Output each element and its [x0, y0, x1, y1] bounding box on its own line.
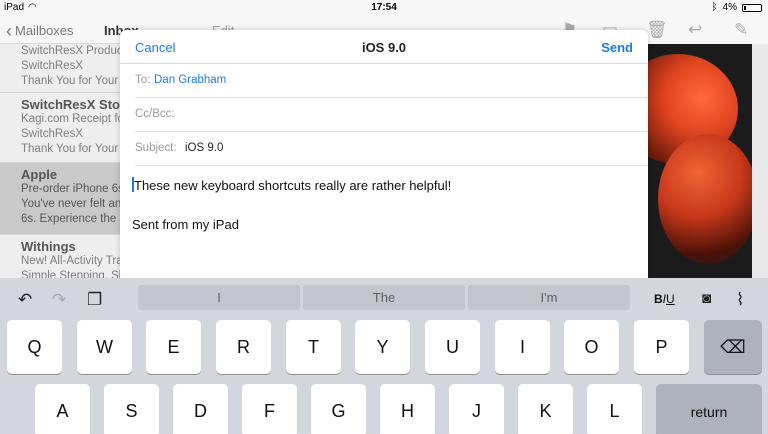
trash-icon[interactable]: 🗑 — [646, 20, 668, 40]
battery-icon — [742, 3, 762, 12]
camera-icon[interactable]: ◙ — [702, 290, 711, 307]
key-h[interactable]: H — [380, 384, 435, 434]
key-d[interactable]: D — [173, 384, 228, 434]
status-bar: iPad ◠ 17:54 ᛒ 4% — [0, 0, 768, 16]
battery-percent: 4% — [722, 2, 737, 13]
bluetooth-icon: ᛒ — [711, 2, 718, 13]
redo-icon[interactable]: ↷ — [52, 290, 66, 310]
key-t[interactable]: T — [286, 320, 341, 374]
attachment-icon[interactable]: ⌇ — [736, 290, 744, 310]
delete-key[interactable]: ⌫ — [704, 320, 762, 374]
chevron-left-icon: ‹ — [6, 20, 12, 41]
delete-icon: ⌫ — [720, 337, 746, 357]
return-label: return — [690, 404, 728, 420]
ccbcc-label: Cc/Bcc: — [135, 108, 175, 120]
keyboard-shortcut-bar: ↶ ↷ ❐ I The I'm BIU ◙ ⌇ — [0, 278, 768, 318]
suggestion-3[interactable]: I'm — [468, 285, 630, 310]
key-e[interactable]: E — [146, 320, 201, 374]
to-recipient[interactable]: Dan Grabham — [154, 74, 226, 86]
suggestion-1[interactable]: I — [138, 285, 300, 310]
signature: Sent from my iPad — [132, 217, 239, 232]
key-u[interactable]: U — [425, 320, 480, 374]
status-right: ᛒ 4% — [712, 2, 762, 13]
to-label: To: — [135, 74, 151, 86]
key-i[interactable]: I — [495, 320, 550, 374]
key-p[interactable]: P — [634, 320, 689, 374]
compose-title: iOS 9.0 — [361, 40, 407, 55]
compose-sheet: Cancel iOS 9.0 Send To: Dan Grabham Cc/B… — [120, 30, 648, 290]
format-button[interactable]: BIU — [654, 292, 675, 306]
ccbcc-field[interactable]: Cc/Bcc: — [135, 98, 648, 132]
key-l[interactable]: L — [587, 384, 642, 434]
compose-nav-bar: Cancel iOS 9.0 Send — [120, 30, 648, 64]
reply-icon[interactable]: ↩ — [688, 20, 702, 40]
key-q[interactable]: Q — [7, 320, 62, 374]
mailboxes-back-label: Mailboxes — [15, 23, 74, 38]
compose-icon[interactable]: ✎ — [734, 20, 748, 40]
body-text: These new keyboard shortcuts really are … — [134, 178, 452, 193]
key-y[interactable]: Y — [355, 320, 410, 374]
key-w[interactable]: W — [77, 320, 132, 374]
subject-label: Subject: — [135, 142, 177, 154]
key-k[interactable]: K — [518, 384, 573, 434]
suggestion-2[interactable]: The — [303, 285, 465, 310]
key-a[interactable]: A — [35, 384, 90, 434]
body-text-line: These new keyboard shortcuts really are … — [132, 176, 636, 195]
undo-icon[interactable]: ↶ — [18, 290, 32, 310]
message-body-editor[interactable]: These new keyboard shortcuts really are … — [120, 166, 648, 244]
subject-value: iOS 9.0 — [185, 142, 224, 154]
to-field[interactable]: To: Dan Grabham — [135, 64, 648, 98]
subject-field[interactable]: Subject: iOS 9.0 — [135, 132, 648, 166]
keyboard: ↶ ↷ ❐ I The I'm BIU ◙ ⌇ Q W E R T Y U I … — [0, 278, 768, 434]
send-button[interactable]: Send — [601, 40, 633, 55]
key-j[interactable]: J — [449, 384, 504, 434]
key-s[interactable]: S — [104, 384, 159, 434]
paste-icon[interactable]: ❐ — [87, 290, 102, 310]
return-key[interactable]: return — [656, 384, 762, 434]
status-time: 17:54 — [371, 2, 397, 13]
key-o[interactable]: O — [564, 320, 619, 374]
key-r[interactable]: R — [216, 320, 271, 374]
key-f[interactable]: F — [242, 384, 297, 434]
mailboxes-back-button[interactable]: ‹ Mailboxes — [6, 20, 74, 41]
key-g[interactable]: G — [311, 384, 366, 434]
fish-image — [648, 44, 752, 278]
